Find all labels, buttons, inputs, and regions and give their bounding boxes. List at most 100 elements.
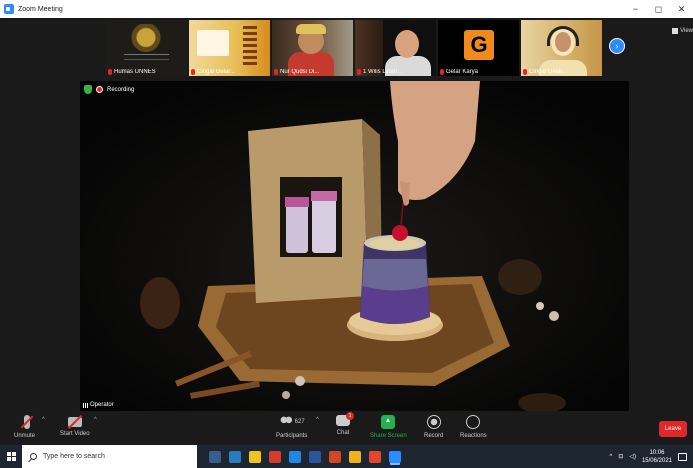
audio-options-caret[interactable]: ^ <box>42 417 45 423</box>
minimize-button[interactable]: − <box>624 0 647 18</box>
volume-icon[interactable]: ◁) <box>629 453 636 460</box>
recording-indicator: Recording <box>84 85 134 94</box>
muted-mic-icon <box>440 69 444 75</box>
video-options-caret[interactable]: ^ <box>94 417 97 423</box>
start-button[interactable] <box>0 445 22 468</box>
topping <box>369 238 421 250</box>
next-page-button[interactable]: › <box>609 38 625 54</box>
taskbar-app-icon[interactable] <box>369 450 381 463</box>
taskbar-app-icon[interactable] <box>269 450 281 463</box>
participants-button[interactable]: 627 Participants <box>276 415 307 439</box>
participants-options-caret[interactable]: ^ <box>316 417 319 423</box>
windows-taskbar: Type here to search ^ ⊡ ◁) 10:06 15/06/2… <box>0 445 693 468</box>
participants-icon <box>278 415 293 429</box>
taskbar-app-icon[interactable] <box>229 450 241 463</box>
share-screen-label: Share Screen <box>370 433 407 439</box>
record-button[interactable]: Record <box>424 415 443 439</box>
participant-thumbnail[interactable]: Nur Qudsi Di... <box>272 20 353 76</box>
windows-logo-icon <box>6 452 16 461</box>
decorative-pattern <box>243 26 257 66</box>
network-icon[interactable]: ⊡ <box>618 453 623 460</box>
pebble <box>282 391 290 399</box>
reactions-smiley-icon <box>466 415 481 429</box>
pinned-apps <box>209 450 401 463</box>
headset-icon <box>547 26 579 46</box>
share-screen-button[interactable]: Share Screen <box>370 415 407 439</box>
unmute-label: Unmute <box>14 433 36 439</box>
participant-thumbnail[interactable]: Cirigal Gelar... <box>189 20 270 76</box>
grid-view-icon <box>672 28 679 34</box>
recording-dot-icon <box>96 86 103 93</box>
signal-bars-icon <box>83 402 88 408</box>
participant-thumbnail[interactable]: Cirigal Gelar... <box>521 20 602 76</box>
maximize-button[interactable]: ◻ <box>647 0 670 18</box>
video-off-icon <box>67 417 82 427</box>
title-bar: Zoom Meeting − ◻ ✕ <box>0 0 693 18</box>
search-icon <box>30 453 37 460</box>
participant-thumbnail[interactable]: 1 Wilis Lidari... <box>355 20 436 76</box>
taskbar-app-icon[interactable] <box>389 450 401 463</box>
close-button[interactable]: ✕ <box>670 0 693 18</box>
participant-name: Gelar Karya <box>440 69 478 75</box>
speaker-name-tag: Operator <box>80 401 117 409</box>
view-button[interactable]: View <box>672 28 693 34</box>
background-shelf <box>355 20 383 76</box>
jar-lid <box>285 197 309 207</box>
taskbar-app-icon[interactable] <box>289 450 301 463</box>
muted-microphone-icon <box>23 415 30 429</box>
chat-unread-badge: 1 <box>346 412 354 420</box>
clock-time: 10:06 <box>649 449 665 456</box>
chat-icon: 1 <box>336 412 354 426</box>
taskbar-app-icon[interactable] <box>309 450 321 463</box>
leave-button[interactable]: Leave <box>659 421 687 437</box>
muted-mic-icon <box>523 69 527 75</box>
taskbar-clock[interactable]: 10:06 15/06/2021 <box>642 449 672 465</box>
participant-thumbnail[interactable]: Humas UNNES <box>106 20 187 76</box>
speaker-name: Operator <box>90 402 114 408</box>
purple-layer <box>360 286 430 324</box>
jar <box>312 195 336 253</box>
participant-name: Cirigal Gelar... <box>523 69 567 75</box>
reactions-button[interactable]: Reactions <box>460 415 487 439</box>
participants-count: 627 <box>294 419 305 425</box>
participant-face <box>395 30 419 58</box>
zoom-app-icon <box>4 4 14 14</box>
taskbar-app-icon[interactable] <box>249 450 261 463</box>
chat-label: Chat <box>336 430 350 436</box>
record-label: Record <box>424 433 444 439</box>
chia-layer <box>362 259 428 291</box>
tray-overflow-caret[interactable]: ^ <box>609 454 612 460</box>
system-tray: ^ ⊡ ◁) 10:06 15/06/2021 <box>609 445 693 468</box>
pine-cone <box>498 259 542 295</box>
jar-lid <box>311 191 337 201</box>
gallery-strip: Humas UNNES Cirigal Gelar... Nur Qudsi D… <box>106 20 602 76</box>
gelar-karya-logo: G <box>464 30 494 60</box>
pebble <box>549 311 559 321</box>
taskbar-app-icon[interactable] <box>209 450 221 463</box>
pine-cone <box>140 277 180 329</box>
participant-name: Nur Qudsi Di... <box>274 69 319 75</box>
participant-name: 1 Wilis Lidari... <box>357 69 402 75</box>
encryption-shield-icon[interactable] <box>84 85 92 94</box>
video-frame-illustration <box>80 81 629 411</box>
pebble <box>295 376 305 386</box>
taskbar-search-box[interactable]: Type here to search <box>22 445 197 468</box>
search-placeholder: Type here to search <box>43 453 105 460</box>
window-controls: − ◻ ✕ <box>624 0 693 18</box>
cherry <box>392 225 408 241</box>
participant-thumbnail[interactable]: G Gelar Karya <box>438 20 519 76</box>
taskbar-app-icon[interactable] <box>329 450 341 463</box>
record-icon <box>426 415 441 429</box>
university-logo <box>126 24 166 54</box>
muted-mic-icon <box>274 69 278 75</box>
notification-center-icon[interactable] <box>678 452 687 461</box>
recording-label: Recording <box>107 86 135 93</box>
participant-name: Humas UNNES <box>108 69 156 75</box>
meeting-controls: Unmute ^ Start Video ^ 627 Participants … <box>0 412 693 445</box>
active-speaker-video: Recording Operator <box>80 81 629 411</box>
unmute-button[interactable]: Unmute <box>14 415 35 439</box>
participant-hat <box>296 24 326 34</box>
chat-button[interactable]: 1 Chat <box>336 412 354 436</box>
taskbar-app-icon[interactable] <box>349 450 361 463</box>
start-video-button[interactable]: Start Video <box>60 415 90 437</box>
